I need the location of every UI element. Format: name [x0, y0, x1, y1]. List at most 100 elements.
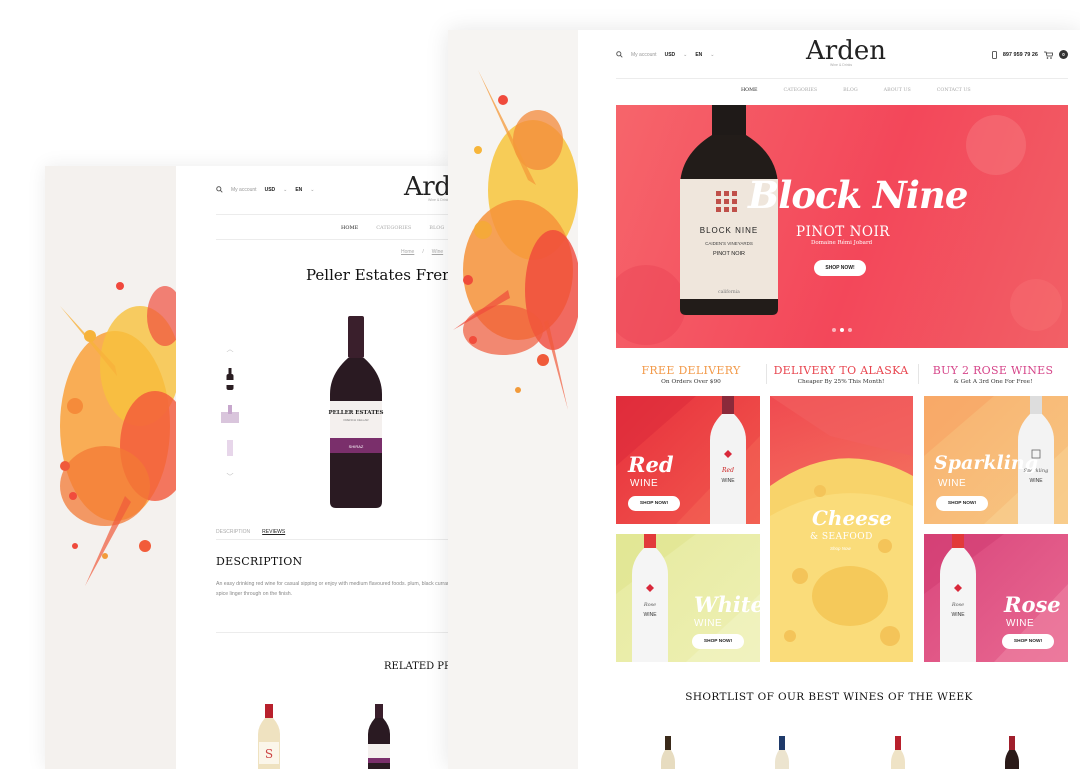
- hero-shop-now-button[interactable]: SHOP NOW!: [814, 260, 866, 276]
- chevron-down-icon: ⌄: [710, 51, 715, 58]
- cart-icon[interactable]: [1044, 51, 1053, 59]
- my-account-link[interactable]: My account: [231, 187, 257, 193]
- nav-blog[interactable]: Blog: [429, 225, 444, 231]
- currency-select[interactable]: USD: [265, 187, 276, 193]
- tile-subtitle: WINE: [694, 618, 723, 629]
- description-heading: DESCRIPTION: [216, 555, 303, 568]
- shortlist-bottle-1[interactable]: [660, 736, 676, 769]
- tab-reviews[interactable]: Reviews: [262, 529, 285, 535]
- nav-blog[interactable]: Blog: [843, 88, 857, 93]
- category-tile-rose[interactable]: Rose WINE Rose WINE SHOP NOW!: [924, 534, 1068, 662]
- category-tile-red[interactable]: Red WINE Red WINE SHOP NOW!: [616, 396, 760, 524]
- related-product-bottle-white[interactable]: S: [256, 704, 282, 769]
- category-tile-cheese[interactable]: Cheese & SEAFOOD Shop Now: [770, 396, 913, 662]
- nav-categories[interactable]: Categories: [784, 88, 818, 93]
- nav-home[interactable]: Home: [741, 88, 758, 93]
- bottle-label: Rose: [951, 602, 964, 608]
- category-tile-sparkling[interactable]: Sparkling WINE Sparkling WINE SHOP NOW!: [924, 396, 1068, 524]
- related-product-bottle-red[interactable]: [366, 704, 392, 769]
- nav-contact-us[interactable]: Contact us: [937, 88, 971, 93]
- shop-now-link[interactable]: Shop Now: [830, 546, 851, 551]
- hero-slider[interactable]: BLOCK NINE CAIDEN'S VINEYARDS PINOT NOIR…: [616, 105, 1068, 348]
- promo-rose-wines: BUY 2 ROSE WINES & Get A 3rd One For Fre…: [918, 364, 1068, 385]
- logo[interactable]: Arden: [806, 36, 886, 66]
- search-icon[interactable]: [616, 51, 623, 58]
- promo-free-delivery: FREE DELIVERY On Orders Over $90: [616, 364, 766, 385]
- my-account-link[interactable]: My account: [631, 52, 657, 58]
- chevron-up-icon[interactable]: ︿: [227, 344, 234, 354]
- product-page-preview: My account USD⌄ EN⌄ Arden Wine & Drinks …: [45, 166, 455, 769]
- phone-number[interactable]: 897 959 79 26: [1003, 52, 1038, 58]
- tile-title: Cheese: [812, 506, 892, 530]
- hero-subtitle: PINOT NOIR: [796, 224, 890, 240]
- logo-subtitle: Wine & Drinks: [830, 63, 853, 67]
- promo-title: BUY 2 ROSE WINES: [932, 364, 1054, 377]
- promo-title: FREE DELIVERY: [641, 364, 741, 377]
- breadcrumb: Home / Wine: [401, 249, 443, 255]
- tile-title: Red: [628, 452, 674, 477]
- white-wine-bottle: Rose WINE: [632, 534, 668, 662]
- nav-home[interactable]: Home: [341, 225, 358, 231]
- breadcrumb-home[interactable]: Home: [401, 249, 414, 255]
- thumbnail-strip: ︿ ﹀: [220, 344, 240, 482]
- language-select[interactable]: EN: [295, 187, 302, 193]
- header-right: 897 959 79 26 0: [991, 50, 1068, 59]
- cart-count-badge: 0: [1059, 50, 1068, 59]
- product-tabs: Description Reviews: [216, 529, 285, 535]
- category-tile-white[interactable]: Rose WINE White WINE SHOP NOW!: [616, 534, 760, 662]
- shop-now-button[interactable]: SHOP NOW!: [628, 496, 680, 511]
- thumbnail-box[interactable]: [220, 404, 240, 424]
- related-products-heading: RELATED PRODUCTS: [384, 661, 455, 672]
- tile-title: Sparkling: [934, 452, 1039, 474]
- nav-categories[interactable]: Categories: [376, 225, 411, 231]
- language-select[interactable]: EN: [695, 52, 702, 58]
- chevron-down-icon[interactable]: ﹀: [227, 472, 234, 482]
- thumbnail-glass[interactable]: [226, 438, 234, 458]
- promo-subtitle: Cheaper By 25% This Month!: [797, 379, 885, 385]
- shop-now-button[interactable]: SHOP NOW!: [1002, 634, 1054, 649]
- promo-subtitle: & Get A 3rd One For Free!: [953, 379, 1033, 385]
- tile-title: Rose: [1004, 592, 1061, 617]
- main-nav: Home Categories Blog: [341, 225, 444, 231]
- logo-subtitle: Wine & Drinks: [428, 198, 451, 202]
- chevron-down-icon: ⌄: [283, 186, 288, 193]
- nav-about-us[interactable]: About us: [884, 88, 911, 93]
- bottle-label: WINE: [721, 478, 735, 484]
- hero-tagline: Domaine Rémi Jobard: [811, 240, 873, 246]
- divider: [216, 632, 455, 633]
- hero-bottle-line1: CAIDEN'S VINEYARDS: [705, 241, 753, 246]
- tile-subtitle: WINE: [1006, 618, 1035, 629]
- svg-text:S: S: [265, 747, 273, 761]
- tab-description[interactable]: Description: [216, 529, 250, 535]
- tile-subtitle: WINE: [938, 478, 967, 489]
- divider: [216, 239, 455, 240]
- shortlist-bottle-3[interactable]: [890, 736, 906, 769]
- thumbnail-bottle[interactable]: [226, 368, 234, 390]
- search-icon[interactable]: [216, 186, 223, 193]
- promo-title: DELIVERY TO ALASKA: [773, 364, 909, 377]
- shortlist-heading: SHORTLIST OF OUR BEST WINES OF THE WEEK: [685, 691, 973, 703]
- description-text: An easy drinking red wine for casual sip…: [216, 581, 455, 597]
- slider-dot[interactable]: [848, 328, 852, 332]
- divider: [216, 539, 455, 540]
- currency-select[interactable]: USD: [665, 52, 676, 58]
- bottle-sub-label: FRENCH CELLAR: [343, 418, 369, 422]
- slider-dot-active[interactable]: [840, 328, 844, 332]
- breadcrumb-wine[interactable]: Wine: [432, 249, 443, 255]
- shop-now-button[interactable]: SHOP NOW!: [692, 634, 744, 649]
- shortlist-bottle-2[interactable]: [774, 736, 790, 769]
- red-wine-bottle: Red WINE: [710, 396, 746, 524]
- phone-icon: [991, 50, 997, 59]
- tile-subtitle: & SEAFOOD: [810, 532, 873, 542]
- hero-bottle-line2: PINOT NOIR: [713, 251, 745, 257]
- top-bar: My account USD ⌄ EN ⌄: [216, 186, 315, 193]
- hero-title: Block Nine: [748, 173, 968, 217]
- slider-dots: [832, 328, 852, 332]
- bottle-label: Red: [721, 467, 734, 474]
- slider-dot[interactable]: [832, 328, 836, 332]
- shop-now-button[interactable]: SHOP NOW!: [936, 496, 988, 511]
- main-nav: Home Categories Blog About us Contact us: [741, 88, 971, 93]
- shortlist-bottle-4[interactable]: [1004, 736, 1020, 769]
- home-page-content: My account USD ⌄ EN ⌄ Arden Wine & Drinks …: [578, 30, 1080, 769]
- product-page-content: My account USD⌄ EN⌄ Arden Wine & Drinks …: [176, 166, 455, 769]
